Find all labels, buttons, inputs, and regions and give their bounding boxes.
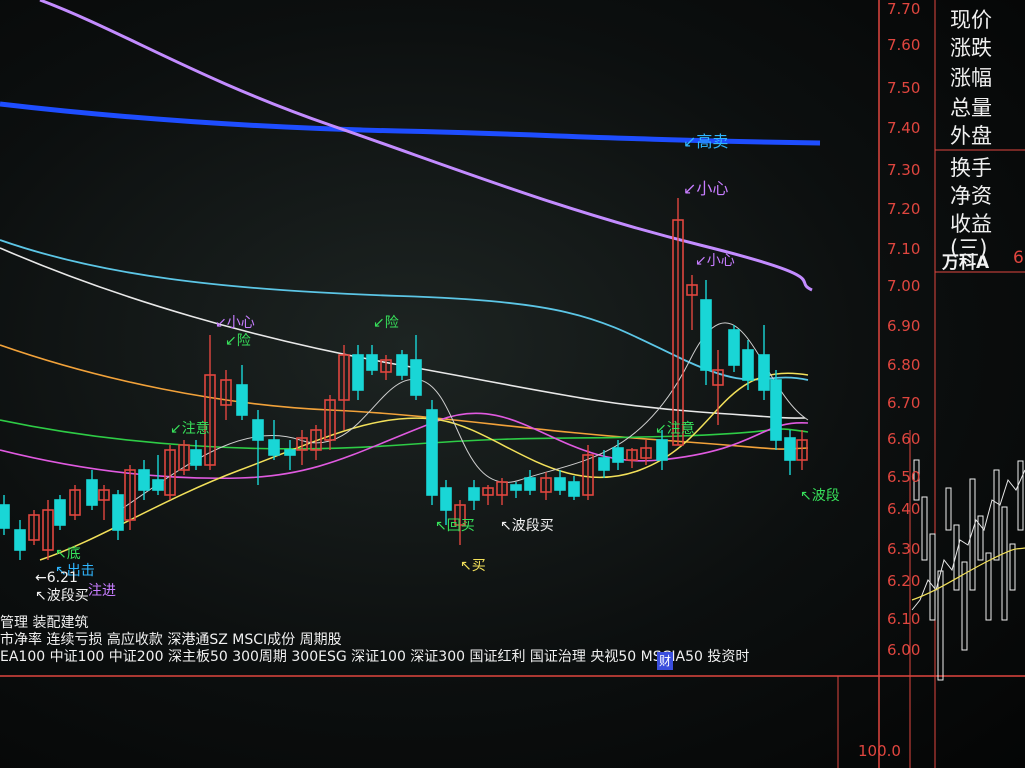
signal-label: ↙注意 [655, 421, 695, 437]
quote-field-label: 涨跌 [950, 36, 992, 60]
candle-body [352, 354, 364, 391]
candle-body [86, 479, 98, 506]
price-tick-label: 6.60 [887, 430, 921, 448]
signal-label: ↖波段买 [500, 518, 554, 534]
candle-body [598, 457, 610, 471]
signal-label: ↙险 [225, 333, 251, 349]
price-tick-label: 7.10 [887, 240, 921, 258]
candle-body [112, 494, 124, 531]
price-tick-label: 6.90 [887, 317, 921, 335]
price-tick-label: 7.20 [887, 200, 921, 218]
candle-body [396, 354, 408, 376]
stock-name[interactable]: 万科A [942, 248, 989, 273]
minute-chart-bar [993, 469, 1000, 561]
price-tick-label: 7.50 [887, 79, 921, 97]
signal-label: ↙小心 [215, 315, 255, 331]
price-tick-label: 6.50 [887, 468, 921, 486]
stock-price-partial: 6. [1013, 248, 1025, 268]
candle-body [268, 439, 280, 456]
quote-field-label: 换手 [950, 156, 992, 180]
minute-chart-bar [985, 552, 992, 621]
ma-line-white [0, 247, 806, 419]
candle-body [236, 384, 248, 416]
signal-label: ↖回买 [435, 518, 475, 534]
minute-chart-bar [977, 515, 984, 561]
signal-label: ↖买 [460, 558, 486, 574]
sector-tags-line-3: EA100 中证100 中证200 深主板50 300周期 300ESG 深证1… [0, 649, 750, 665]
signal-label: ↙高卖 [683, 132, 729, 151]
candle-body [190, 449, 202, 466]
quote-field-label: 净资 [950, 184, 992, 208]
sector-tag-box[interactable]: 财 [657, 652, 673, 670]
candle-body [612, 447, 624, 463]
candle-body [468, 487, 480, 501]
quote-field-label: 涨幅 [950, 66, 992, 90]
price-tick-label: 7.00 [887, 277, 921, 295]
kline-chart-screen: 7.70 7.60 7.50 7.40 7.30 7.20 7.10 7.00 6.90 6.80… [0, 0, 1025, 768]
quote-field-label: 外盘 [950, 124, 992, 148]
candle-body [410, 359, 422, 396]
price-tick-label: 7.60 [887, 36, 921, 54]
signal-label: ↖波段 [800, 488, 840, 504]
price-tick-label: 6.80 [887, 356, 921, 374]
signal-label: ↙小心 [695, 253, 735, 269]
ma-line-yellow [39, 372, 809, 561]
candle-body [284, 449, 296, 456]
candle-body [728, 329, 740, 366]
price-tick-label: 7.40 [887, 119, 921, 137]
quote-field-label: 现价 [950, 8, 992, 32]
price-tick-label: 6.00 [887, 641, 921, 659]
price-tick-label: 6.10 [887, 610, 921, 628]
volume-axis-label: 100.0 [858, 742, 901, 760]
signal-label: ↙小心 [683, 179, 729, 198]
minute-chart-bar [969, 478, 976, 591]
signal-label: ↙险 [373, 315, 399, 331]
candle-body [510, 484, 522, 491]
candle-body [758, 354, 770, 391]
candle-body [554, 477, 566, 491]
price-tick-label: 7.30 [887, 161, 921, 179]
price-tick-label: 6.40 [887, 500, 921, 518]
minute-chart-bar [1001, 506, 1008, 621]
candle-body [524, 477, 536, 491]
price-tick-label: 6.30 [887, 540, 921, 558]
minute-chart-bar [953, 524, 960, 591]
candle-body [784, 437, 796, 461]
candle-body [14, 529, 26, 551]
price-tick-label: 6.70 [887, 394, 921, 412]
candle-body [54, 499, 66, 526]
candle-body [426, 409, 438, 496]
candle-body [742, 349, 754, 381]
price-tick-label: 6.20 [887, 572, 921, 590]
candle-body [0, 504, 10, 529]
candle-body [700, 299, 712, 371]
candle-body [252, 419, 264, 441]
candle-body [770, 379, 782, 441]
signal-label: 注进 [88, 583, 116, 599]
signal-label: ↖波段买 [35, 588, 89, 604]
candle-body [568, 481, 580, 497]
signal-label: ←6.21 [35, 570, 78, 586]
candle-body [138, 469, 150, 491]
candle-body [366, 354, 378, 371]
quote-field-label: 总量 [950, 96, 992, 120]
price-tick-label: 7.70 [887, 0, 921, 18]
minute-chart-bar [1017, 460, 1024, 531]
candle-body [440, 487, 452, 511]
candle-body [152, 479, 164, 491]
signal-label: ↙注意 [170, 421, 210, 437]
candle-body [656, 439, 668, 461]
